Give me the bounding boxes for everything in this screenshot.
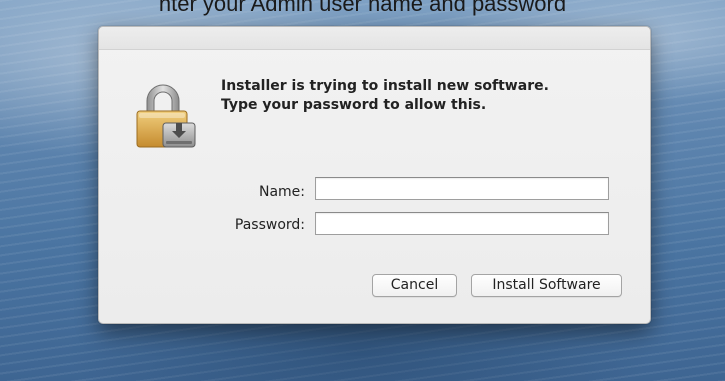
- message-line-2: Type your password to allow this.: [221, 97, 487, 113]
- name-field[interactable]: [315, 177, 609, 200]
- name-label: Name:: [258, 184, 305, 200]
- cancel-button[interactable]: Cancel: [372, 274, 457, 297]
- dialog-titlebar: [99, 27, 650, 50]
- message-line-1: Installer is trying to install new softw…: [221, 78, 549, 94]
- password-field[interactable]: [315, 212, 609, 235]
- authentication-dialog: Installer is trying to install new softw…: [98, 26, 651, 324]
- lock-with-download-icon: [136, 84, 196, 148]
- background-instruction-text: nter your Admin user name and password: [158, 0, 567, 16]
- password-label: Password:: [234, 217, 305, 233]
- install-software-button[interactable]: Install Software: [471, 274, 622, 297]
- dialog-message: Installer is trying to install new softw…: [221, 77, 549, 115]
